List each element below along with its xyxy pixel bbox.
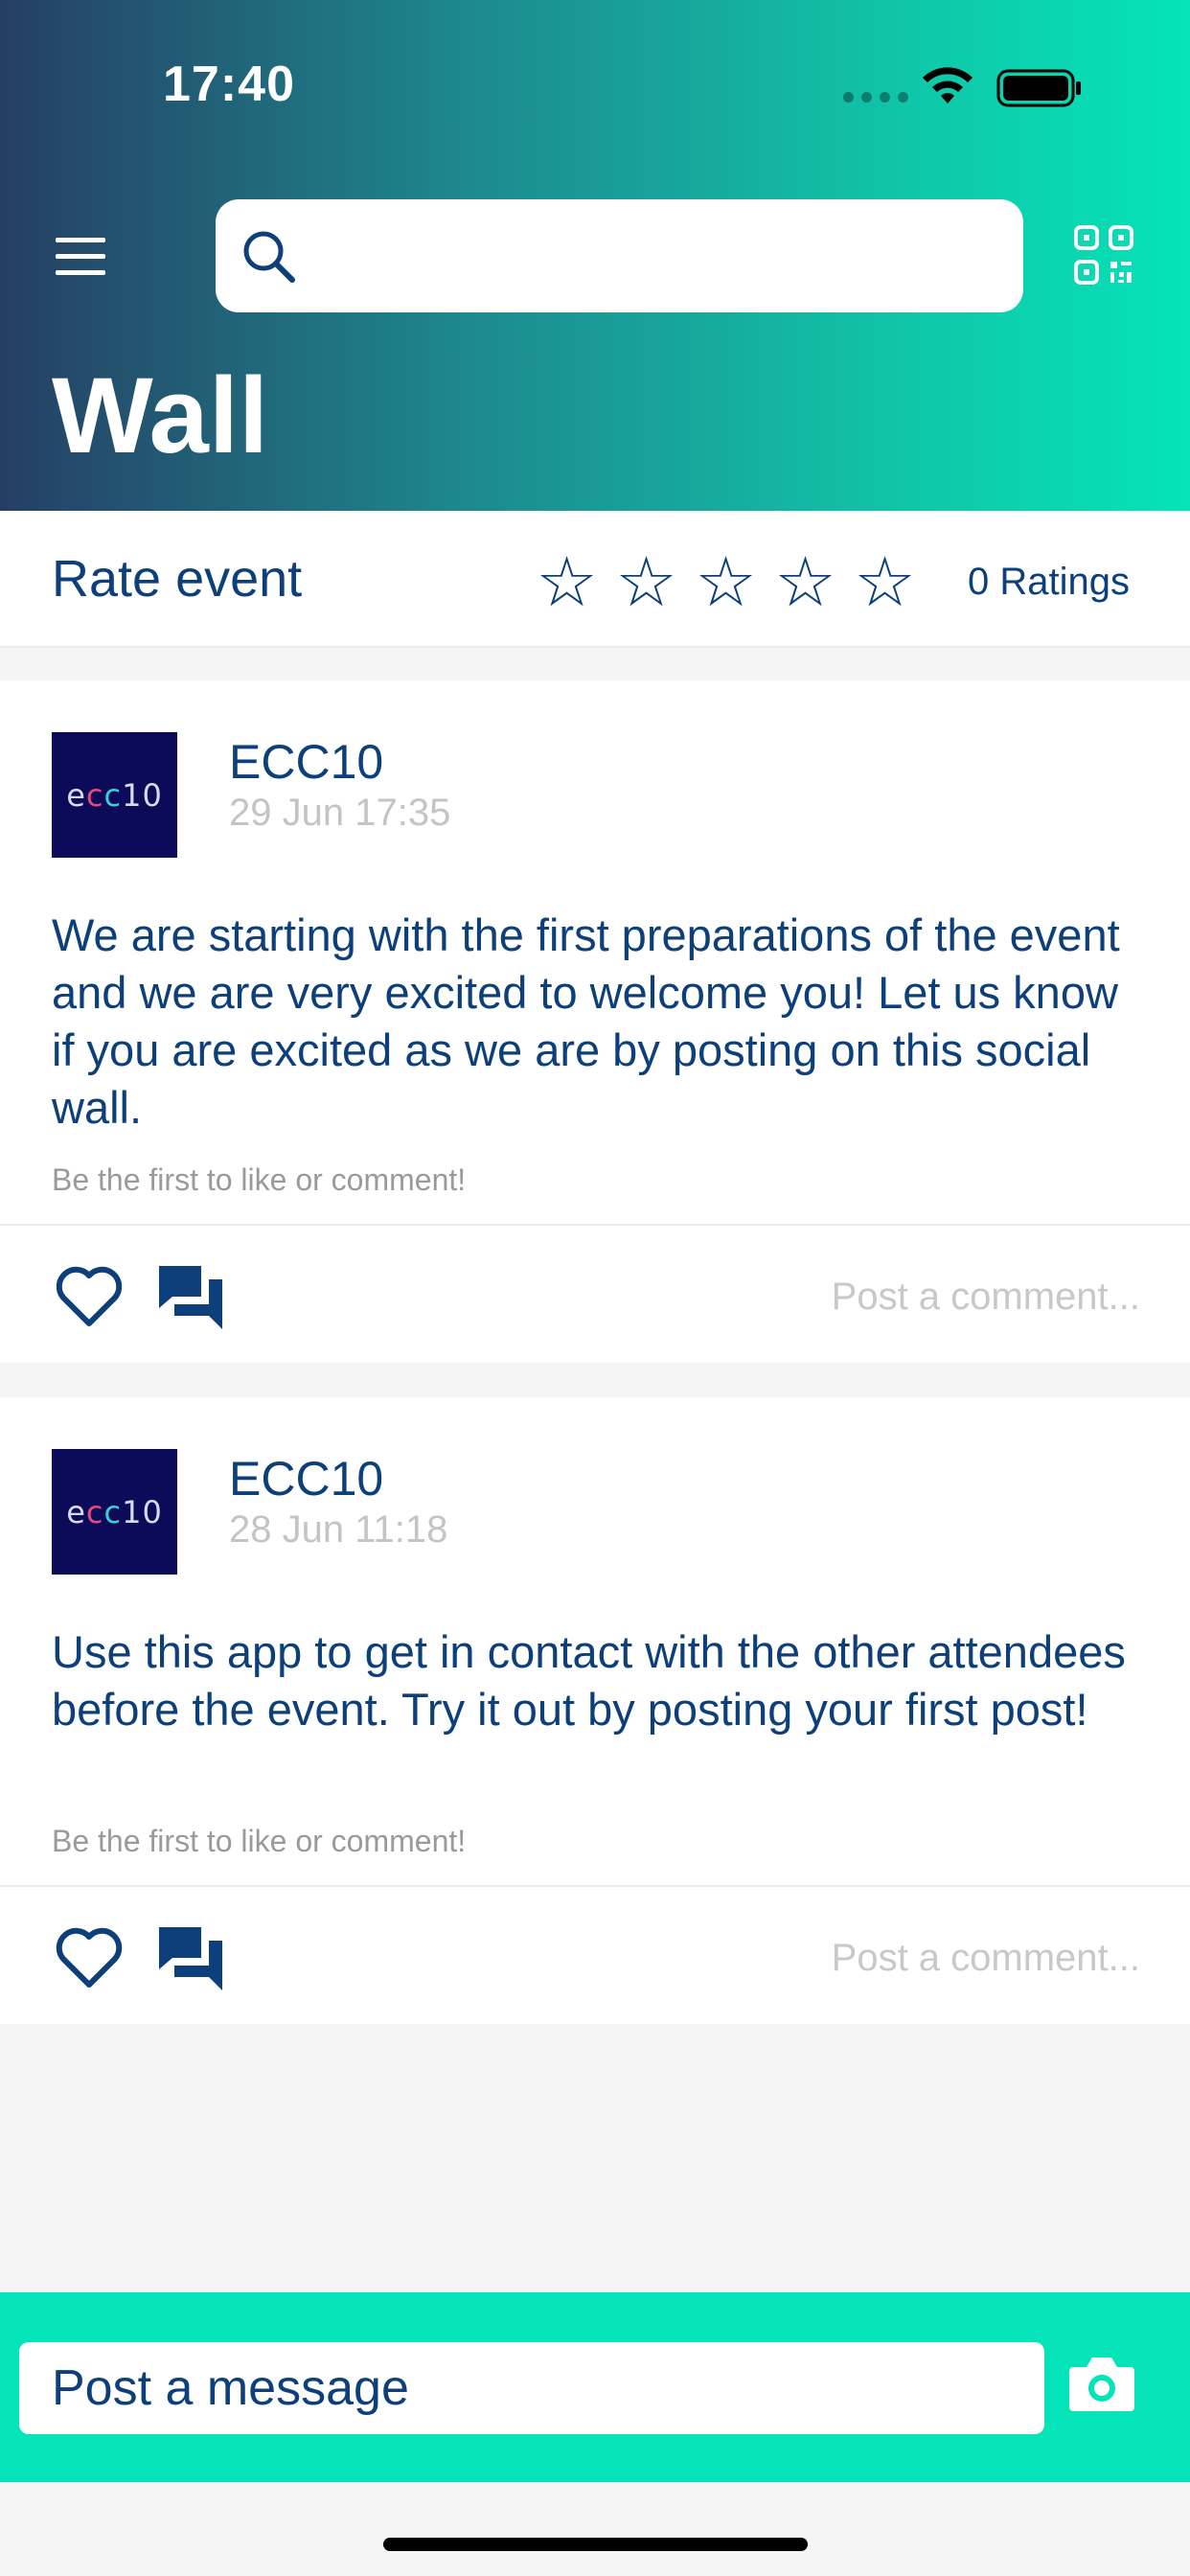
- post-actions: [0, 1224, 1190, 1363]
- page-title: Wall: [52, 356, 269, 475]
- avatar[interactable]: ecc10: [52, 732, 177, 858]
- search-bar[interactable]: [216, 199, 1023, 312]
- comment-input[interactable]: [728, 1268, 1140, 1325]
- star-icon[interactable]: ☆: [853, 547, 917, 616]
- comment-icon[interactable]: [155, 1923, 226, 1992]
- qr-code-icon[interactable]: [1073, 224, 1134, 286]
- ecc10-logo: ecc10: [66, 1493, 163, 1530]
- post-message-input[interactable]: [19, 2342, 1044, 2434]
- wall-post: ecc10 ECC10 29 Jun 17:35 We are starting…: [0, 680, 1190, 1363]
- comment-input[interactable]: [728, 1929, 1140, 1987]
- post-timestamp: 28 Jun 11:18: [229, 1508, 448, 1551]
- star-rating[interactable]: ☆ ☆ ☆ ☆ ☆: [535, 547, 917, 616]
- star-icon[interactable]: ☆: [773, 547, 837, 616]
- post-text: We are starting with the first preparati…: [52, 909, 1120, 1133]
- post-engagement-hint: Be the first to like or comment!: [52, 1824, 467, 1858]
- heart-icon[interactable]: [54, 1264, 125, 1329]
- post-timestamp: 29 Jun 17:35: [229, 792, 451, 834]
- post-actions: [0, 1885, 1190, 2024]
- camera-icon[interactable]: [1067, 2354, 1136, 2413]
- app-header: 17:40 Wall: [0, 0, 1190, 511]
- status-time: 17:40: [163, 57, 295, 112]
- post-text: Use this app to get in contact with the …: [52, 1626, 1126, 1735]
- post-author[interactable]: ECC10: [229, 734, 383, 790]
- star-icon[interactable]: ☆: [535, 547, 599, 616]
- wifi-icon: [923, 67, 973, 104]
- rate-event-label: Rate event: [52, 550, 303, 608]
- post-engagement-hint: Be the first to like or comment!: [52, 1162, 467, 1197]
- cellular-signal-icon: [843, 92, 908, 103]
- star-icon[interactable]: ☆: [694, 547, 758, 616]
- search-input[interactable]: [311, 222, 1001, 289]
- wall-post: ecc10 ECC10 28 Jun 11:18 Use this app to…: [0, 1397, 1190, 2024]
- search-icon: [243, 231, 295, 283]
- battery-icon: [996, 69, 1081, 107]
- home-indicator: [383, 2538, 808, 2551]
- star-icon[interactable]: ☆: [614, 547, 678, 616]
- rate-event-bar: Rate event ☆ ☆ ☆ ☆ ☆ 0 Ratings: [0, 511, 1190, 648]
- heart-icon[interactable]: [54, 1925, 125, 1990]
- ecc10-logo: ecc10: [66, 776, 163, 814]
- post-author[interactable]: ECC10: [229, 1451, 383, 1506]
- message-composer: [0, 2292, 1190, 2482]
- comment-icon[interactable]: [155, 1262, 226, 1331]
- avatar[interactable]: ecc10: [52, 1449, 177, 1575]
- ratings-count: 0 Ratings: [968, 561, 1130, 603]
- menu-icon[interactable]: [56, 238, 109, 276]
